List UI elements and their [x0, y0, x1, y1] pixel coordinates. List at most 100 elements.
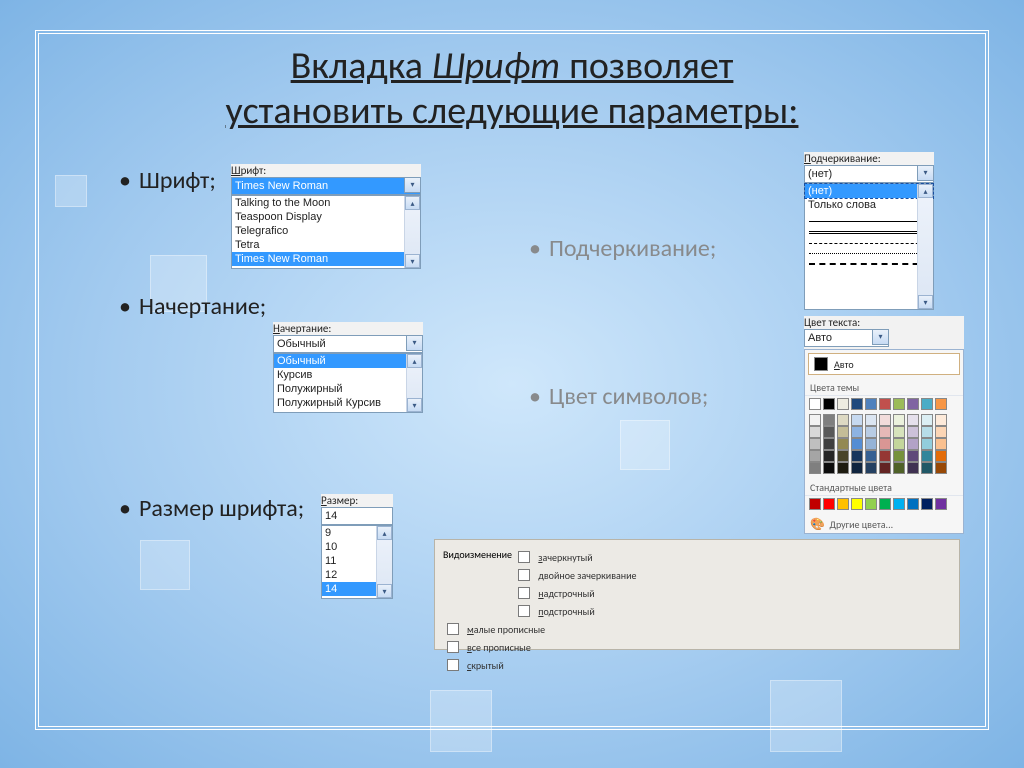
list-item[interactable]: Telegrafico [232, 224, 420, 238]
checkbox-input[interactable] [447, 641, 459, 653]
color-swatch[interactable] [879, 426, 891, 438]
effect-checkbox[interactable]: все прописные [443, 638, 663, 656]
list-item[interactable]: (нет) [805, 184, 933, 198]
effect-checkbox[interactable]: скрытый [443, 656, 663, 674]
color-swatch[interactable] [823, 450, 835, 462]
more-colors-row[interactable]: 🎨 Другие цвета... [805, 514, 963, 533]
color-swatch[interactable] [837, 498, 849, 510]
color-swatch[interactable] [907, 462, 919, 474]
color-swatch[interactable] [893, 450, 905, 462]
font-combo[interactable]: Times New Roman ▾ [231, 177, 421, 195]
color-swatch[interactable] [809, 438, 821, 450]
style-combo[interactable]: Обычный ▾ [273, 335, 423, 353]
color-swatch[interactable] [837, 398, 849, 410]
size-listbox[interactable]: 9 10 11 12 14 ▴ ▾ [321, 525, 393, 599]
scroll-down-icon[interactable]: ▾ [405, 254, 420, 268]
checkbox-input[interactable] [518, 551, 530, 563]
color-swatch[interactable] [935, 426, 947, 438]
color-swatch[interactable] [823, 414, 835, 426]
color-swatch[interactable] [809, 450, 821, 462]
color-swatch[interactable] [851, 426, 863, 438]
scroll-down-icon[interactable]: ▾ [377, 584, 392, 598]
color-swatch[interactable] [865, 462, 877, 474]
color-swatch[interactable] [879, 498, 891, 510]
effect-checkbox[interactable]: двойное зачеркивание [514, 566, 774, 584]
checkbox-input[interactable] [518, 605, 530, 617]
color-swatch[interactable] [893, 462, 905, 474]
color-swatch[interactable] [935, 462, 947, 474]
effect-checkbox[interactable]: зачеркнутый [514, 548, 774, 566]
color-swatch[interactable] [865, 438, 877, 450]
scroll-down-icon[interactable]: ▾ [407, 398, 422, 412]
color-swatch[interactable] [935, 398, 947, 410]
scroll-up-icon[interactable]: ▴ [918, 184, 933, 198]
chevron-down-icon[interactable]: ▾ [872, 330, 888, 345]
color-swatch[interactable] [837, 426, 849, 438]
color-swatch[interactable] [907, 414, 919, 426]
color-swatch[interactable] [921, 398, 933, 410]
color-swatch[interactable] [879, 438, 891, 450]
color-swatch[interactable] [837, 462, 849, 474]
color-swatch[interactable] [809, 426, 821, 438]
checkbox-input[interactable] [518, 587, 530, 599]
color-swatch[interactable] [809, 414, 821, 426]
color-swatch[interactable] [907, 398, 919, 410]
list-item[interactable]: Talking to the Moon [232, 196, 420, 210]
color-swatch[interactable] [809, 398, 821, 410]
effect-checkbox[interactable]: малые прописные [443, 620, 663, 638]
list-item[interactable]: Только слова [805, 198, 933, 212]
scrollbar[interactable]: ▴ ▾ [917, 184, 933, 309]
scroll-up-icon[interactable]: ▴ [407, 354, 422, 368]
font-listbox[interactable]: Talking to the Moon Teaspoon Display Tel… [231, 195, 421, 269]
color-swatch[interactable] [851, 414, 863, 426]
list-item[interactable]: Курсив [274, 368, 422, 382]
list-item[interactable]: Полужирный [274, 382, 422, 396]
list-item[interactable]: Обычный [274, 354, 422, 368]
underline-combo[interactable]: (нет) ▾ [804, 165, 934, 183]
color-swatch[interactable] [893, 414, 905, 426]
color-swatch[interactable] [921, 462, 933, 474]
list-item[interactable]: Times New Roman [232, 252, 420, 266]
scrollbar[interactable]: ▴ ▾ [376, 526, 392, 598]
color-swatch[interactable] [809, 498, 821, 510]
color-swatch[interactable] [851, 498, 863, 510]
color-swatch[interactable] [879, 398, 891, 410]
color-swatch[interactable] [921, 498, 933, 510]
color-swatch[interactable] [893, 398, 905, 410]
scrollbar[interactable]: ▴ ▾ [404, 196, 420, 268]
list-item[interactable]: Tetra [232, 238, 420, 252]
effect-checkbox[interactable]: надстрочный [514, 584, 774, 602]
color-swatch[interactable] [907, 450, 919, 462]
underline-style-dotted[interactable] [809, 253, 929, 254]
scrollbar[interactable]: ▴ ▾ [406, 354, 422, 412]
color-swatch[interactable] [837, 438, 849, 450]
color-swatch[interactable] [851, 438, 863, 450]
list-item[interactable]: Teaspoon Display [232, 210, 420, 224]
color-swatch[interactable] [935, 498, 947, 510]
underline-style-double[interactable] [809, 231, 929, 234]
checkbox-input[interactable] [518, 569, 530, 581]
color-swatch[interactable] [921, 450, 933, 462]
scroll-down-icon[interactable]: ▾ [918, 295, 933, 309]
color-swatch[interactable] [823, 498, 835, 510]
scroll-up-icon[interactable]: ▴ [377, 526, 392, 540]
color-swatch[interactable] [893, 498, 905, 510]
color-swatch[interactable] [865, 450, 877, 462]
chevron-down-icon[interactable]: ▾ [404, 178, 420, 193]
color-swatch[interactable] [921, 426, 933, 438]
checkbox-input[interactable] [447, 659, 459, 671]
scroll-up-icon[interactable]: ▴ [405, 196, 420, 210]
color-swatch[interactable] [851, 450, 863, 462]
color-swatch[interactable] [921, 414, 933, 426]
color-swatch[interactable] [879, 462, 891, 474]
color-swatch[interactable] [879, 450, 891, 462]
color-swatch[interactable] [865, 398, 877, 410]
underline-style-single[interactable] [809, 221, 929, 222]
color-swatch[interactable] [935, 414, 947, 426]
color-swatch[interactable] [865, 498, 877, 510]
color-auto-row[interactable]: Авто [808, 353, 960, 375]
color-swatch[interactable] [907, 426, 919, 438]
color-swatch[interactable] [823, 398, 835, 410]
color-swatch[interactable] [907, 438, 919, 450]
color-swatch[interactable] [935, 438, 947, 450]
